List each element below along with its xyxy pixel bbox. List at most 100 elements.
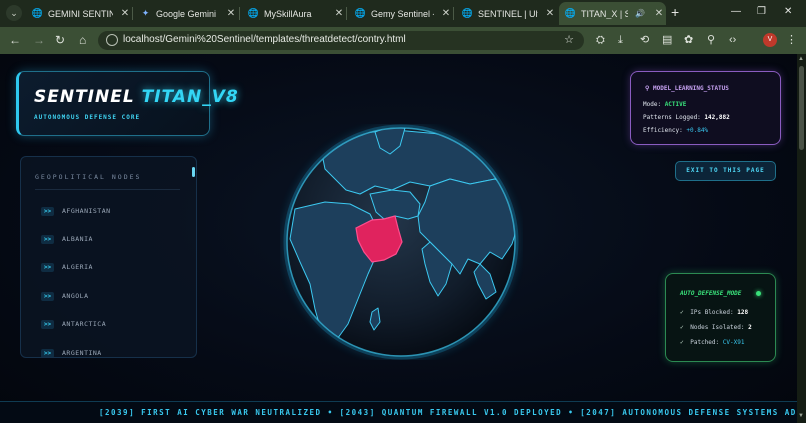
page-scrollbar[interactable]: ▲ ▼: [797, 54, 806, 423]
minimize-icon[interactable]: —: [731, 6, 741, 17]
node-label: ANGOLA: [62, 292, 89, 300]
auto-defense-panel: AUTO_DEFENSE_MODE ✓ IPs Blocked: 128 ✓ N…: [665, 273, 776, 362]
avatar[interactable]: V: [763, 33, 777, 47]
toolbar: ← → ↻ ⌂ localhost/Gemini%20Sentinel/temp…: [0, 27, 806, 54]
nodes-isolated-value: 2: [748, 324, 752, 331]
tab-strip: ⌄ 🌐 GEMINI SENTINEL ✕ ✦ Google Gemini ✕ …: [0, 0, 806, 27]
globe-icon: 🌐: [354, 8, 367, 18]
check-icon: ✓: [680, 324, 684, 331]
node-item-afghanistan[interactable]: >> AFGHANISTAN: [41, 205, 111, 217]
new-tab-button[interactable]: +: [671, 5, 679, 19]
brand-subtitle: AUTONOMOUS DEFENSE CORE: [34, 114, 141, 121]
efficiency-value: +0.84%: [686, 127, 709, 134]
tab-divider: [132, 7, 133, 20]
globe-map[interactable]: [280, 124, 523, 360]
exit-button[interactable]: EXIT TO THIS PAGE: [675, 161, 776, 181]
tab-title: SENTINEL | Ultima: [478, 8, 538, 19]
extensions-icon[interactable]: ✿: [684, 34, 693, 46]
status-indicator: [756, 291, 761, 296]
tab-search-icon[interactable]: ⌄: [6, 5, 22, 21]
close-icon[interactable]: ✕: [332, 8, 346, 19]
nodes-isolated-label: Nodes Isolated:: [690, 324, 745, 331]
title-accent: TITAN_V8: [141, 87, 239, 107]
address-bar[interactable]: localhost/Gemini%20Sentinel/templates/th…: [98, 31, 584, 50]
close-icon[interactable]: ✕: [118, 8, 132, 19]
globe-icon: 🌐: [31, 8, 44, 18]
node-label: ARGENTINA: [62, 349, 102, 357]
bookmark-star-icon[interactable]: ☆: [564, 33, 574, 46]
tab-gemy-sentinel[interactable]: 🌐 Gemy Sentinel - Fl ✕: [349, 2, 453, 25]
node-item-angola[interactable]: >> ANGOLA: [41, 290, 88, 302]
devtools-icon[interactable]: ‹›: [729, 34, 736, 46]
tab-google-gemini[interactable]: ✦ Google Gemini ✕: [134, 2, 238, 25]
node-label: ALBANIA: [62, 235, 93, 243]
news-ticker: [2039] FIRST AI CYBER WAR NEUTRALIZED • …: [0, 401, 797, 423]
location-icon[interactable]: ⚲: [707, 34, 715, 46]
divider: [35, 189, 180, 190]
panel-title: AUTO_DEFENSE_MODE: [680, 290, 742, 297]
check-icon: ✓: [680, 309, 684, 316]
site-info-icon[interactable]: [106, 34, 118, 46]
close-icon[interactable]: ✕: [652, 8, 666, 19]
australia-landmass[interactable]: [484, 315, 520, 353]
tab-title: GEMINI SENTINEL: [48, 8, 113, 19]
home-icon[interactable]: ⌂: [79, 33, 86, 47]
mode-value: ACTIVE: [664, 101, 687, 108]
incognito-icon[interactable]: ⛭: [596, 34, 605, 46]
node-item-albania[interactable]: >> ALBANIA: [41, 233, 93, 245]
tab-gemini-sentinel[interactable]: 🌐 GEMINI SENTINEL ✕: [26, 2, 132, 25]
ips-value: 128: [737, 309, 749, 316]
history-icon[interactable]: ⟲: [640, 34, 649, 46]
patched-row: ✓ Patched: CV-X91: [680, 339, 744, 346]
learning-title-text: MODEL_LEARNING_STATUS: [653, 85, 729, 92]
scroll-thumb[interactable]: [799, 66, 804, 150]
close-window-icon[interactable]: ✕: [784, 6, 792, 17]
brain-icon: ⚲: [645, 85, 650, 92]
globe-icon: 🌐: [564, 8, 577, 18]
node-item-antarctica[interactable]: >> ANTARCTICA: [41, 318, 106, 330]
gemini-icon: ✦: [141, 8, 150, 18]
forward-icon[interactable]: →: [33, 33, 45, 47]
close-icon[interactable]: ✕: [543, 8, 557, 19]
list-scrollbar[interactable]: [192, 161, 195, 355]
mode-row: Mode: ACTIVE: [643, 101, 686, 108]
restore-icon[interactable]: ❐: [757, 6, 766, 17]
scroll-thumb[interactable]: [192, 167, 195, 177]
node-label: ANTARCTICA: [62, 320, 107, 328]
reading-list-icon[interactable]: ▤: [662, 34, 672, 46]
url-text[interactable]: localhost/Gemini%20Sentinel/templates/th…: [123, 34, 406, 45]
nodes-isolated-row: ✓ Nodes Isolated: 2: [680, 324, 752, 331]
ips-row: ✓ IPs Blocked: 128: [680, 309, 748, 316]
panel-title: GEOPOLITICAL NODES: [35, 173, 142, 181]
globe[interactable]: [280, 124, 523, 360]
tab-myskillaura[interactable]: 🌐 MySkillAura ✕: [242, 2, 346, 25]
tab-titan-x[interactable]: 🌐 TITAN_X | Stab 🔊 ✕: [559, 2, 666, 25]
patterns-value: 142,882: [704, 114, 730, 121]
chevron-right-icon: >>: [41, 234, 54, 244]
patched-value: CV-X91: [722, 339, 745, 346]
tab-sentinel-ultima[interactable]: 🌐 SENTINEL | Ultima ✕: [456, 2, 557, 25]
reload-icon[interactable]: ↻: [55, 33, 65, 47]
patched-label: Patched:: [690, 339, 720, 346]
tab-divider: [239, 7, 240, 20]
model-learning-status-panel: ⚲ MODEL_LEARNING_STATUS Mode: ACTIVE Pat…: [630, 71, 781, 145]
efficiency-row: Efficiency: +0.84%: [643, 127, 708, 134]
ticker-text: [2039] FIRST AI CYBER WAR NEUTRALIZED • …: [99, 408, 797, 417]
close-icon[interactable]: ✕: [224, 8, 238, 19]
chevron-right-icon: >>: [41, 291, 54, 301]
scroll-up-icon[interactable]: ▲: [798, 56, 804, 62]
download-icon[interactable]: ⤓: [618, 34, 623, 46]
ips-label: IPs Blocked:: [690, 309, 734, 316]
brand-panel: SENTINEL TITAN_V8 AUTONOMOUS DEFENSE COR…: [16, 71, 238, 136]
geopolitical-nodes-panel: GEOPOLITICAL NODES >> AFGHANISTAN >> ALB…: [20, 156, 197, 358]
close-icon[interactable]: ✕: [439, 8, 453, 19]
chevron-right-icon: >>: [41, 319, 54, 329]
node-item-argentina[interactable]: >> ARGENTINA: [41, 347, 102, 357]
node-item-algeria[interactable]: >> ALGERIA: [41, 261, 93, 273]
scroll-down-icon[interactable]: ▼: [798, 413, 804, 419]
globe-icon: 🌐: [247, 8, 260, 18]
mode-label: Mode:: [643, 101, 662, 108]
audio-icon[interactable]: 🔊: [633, 9, 647, 18]
back-icon[interactable]: ←: [9, 33, 21, 47]
menu-icon[interactable]: ⋮: [786, 34, 797, 46]
